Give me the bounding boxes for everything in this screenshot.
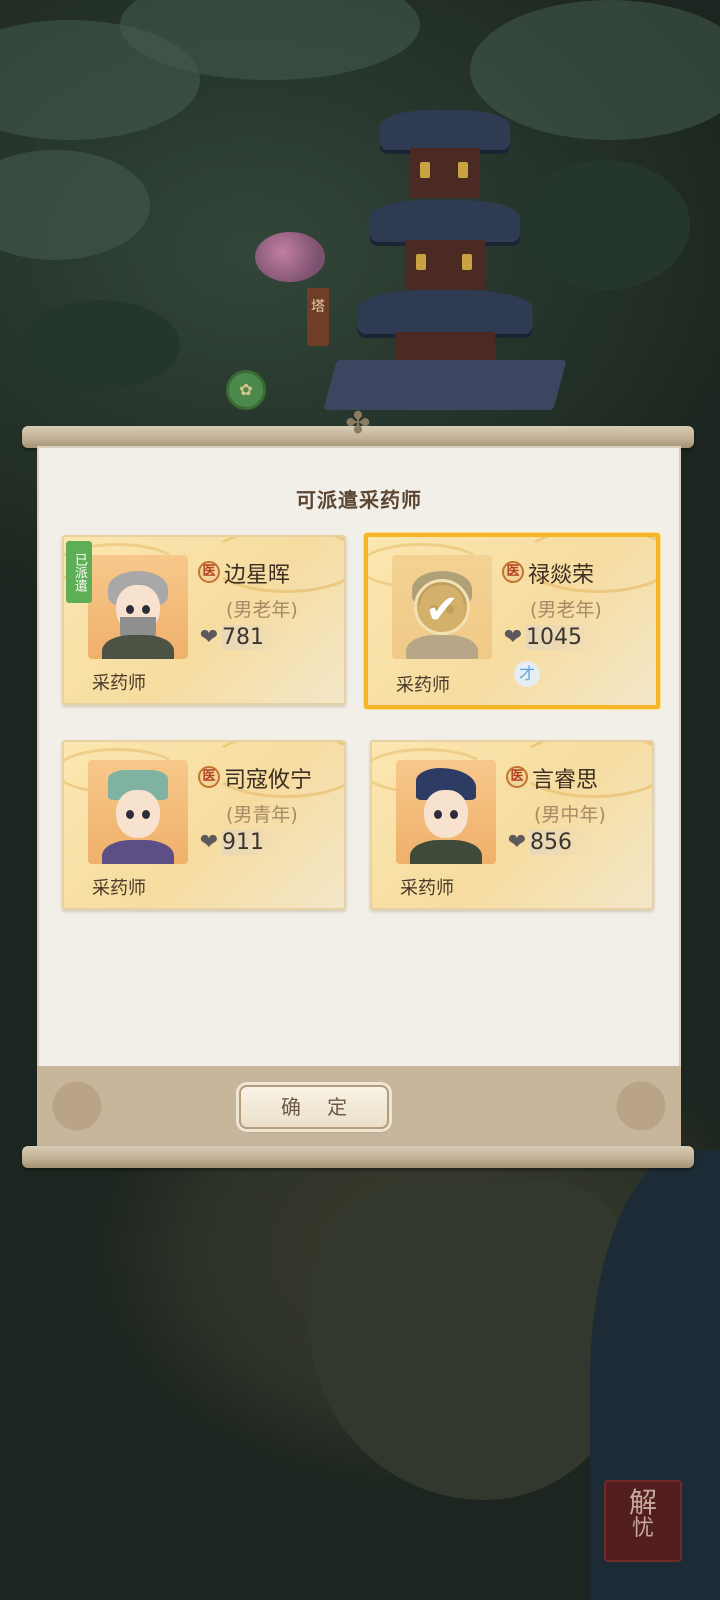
pagoda-building[interactable] <box>323 70 567 410</box>
herbalist-age-gender: (男中年) <box>534 804 606 826</box>
tree-decoration <box>20 300 180 390</box>
cloud-decoration <box>0 150 150 260</box>
herbalist-age-gender: (男老年) <box>226 599 298 621</box>
scroll-rod-bottom <box>22 1146 694 1168</box>
dialog-title: 可派遣采药师 <box>296 488 422 512</box>
herbalist-card-selected[interactable]: ✔ 医 禄燚荣 (男老年) ❤ 1045 才 采药师 <box>364 533 660 709</box>
scroll-knot-icon: ✤ <box>345 406 371 441</box>
herbalist-stat: 911 <box>222 830 284 855</box>
herbalist-role: 采药师 <box>92 878 146 899</box>
herbalist-role: 采药师 <box>92 673 146 694</box>
pagoda-sign: 塔 <box>307 288 329 346</box>
heart-stat-icon: ❤ <box>199 625 219 650</box>
medicine-profession-icon: 医 <box>502 561 524 583</box>
herbalist-role: 采药师 <box>400 878 454 899</box>
heart-stat-icon: ❤ <box>199 830 219 855</box>
herbalist-stat: 1045 <box>526 625 602 650</box>
herbalist-card[interactable]: 医 司寇攸宁 (男青年) ❤ 911 采药师 <box>62 740 346 910</box>
herbalist-age-gender: (男老年) <box>530 599 602 621</box>
dispatched-badge: 已派遣 <box>66 541 92 603</box>
herb-basket-marker-icon[interactable]: ✿ <box>226 370 266 410</box>
medicine-profession-icon: 医 <box>506 766 528 788</box>
blossom-tree <box>255 232 325 282</box>
herbalist-stat: 856 <box>530 830 592 855</box>
selected-check-overlay: ✔ <box>392 555 492 659</box>
herbalist-name: 言睿思 <box>532 768 599 793</box>
medicine-profession-icon: 医 <box>198 561 220 583</box>
heart-stat-icon: ❤ <box>503 625 523 650</box>
herbalist-stat: 781 <box>222 625 284 650</box>
heart-stat-icon: ❤ <box>507 830 527 855</box>
herbalist-portrait <box>88 760 188 864</box>
herbalist-role: 采药师 <box>396 675 450 696</box>
checkmark-icon: ✔ <box>414 579 470 635</box>
herbalist-portrait: ✔ <box>392 555 492 659</box>
herbalist-card[interactable]: 医 言睿思 (男中年) ❤ 856 采药师 <box>370 740 654 910</box>
confirm-button[interactable]: 确 定 <box>239 1085 389 1129</box>
herbalist-portrait <box>88 555 188 659</box>
medicine-profession-icon: 医 <box>198 766 220 788</box>
corner-seal-logo[interactable]: 解忧 <box>604 1480 682 1562</box>
herbalist-portrait <box>396 760 496 864</box>
herbalist-age-gender: (男青年) <box>226 804 298 826</box>
talent-badge: 才 <box>514 661 540 687</box>
herbalist-name: 司寇攸宁 <box>224 768 313 793</box>
tree-decoration <box>520 160 690 290</box>
shore-decoration <box>310 1180 630 1500</box>
herbalist-name: 禄燚荣 <box>528 563 595 588</box>
herbalist-card[interactable]: 已派遣 医 边星晖 (男老年) ❤ 781 采药师 <box>62 535 346 705</box>
herbalist-name: 边星晖 <box>224 563 291 588</box>
